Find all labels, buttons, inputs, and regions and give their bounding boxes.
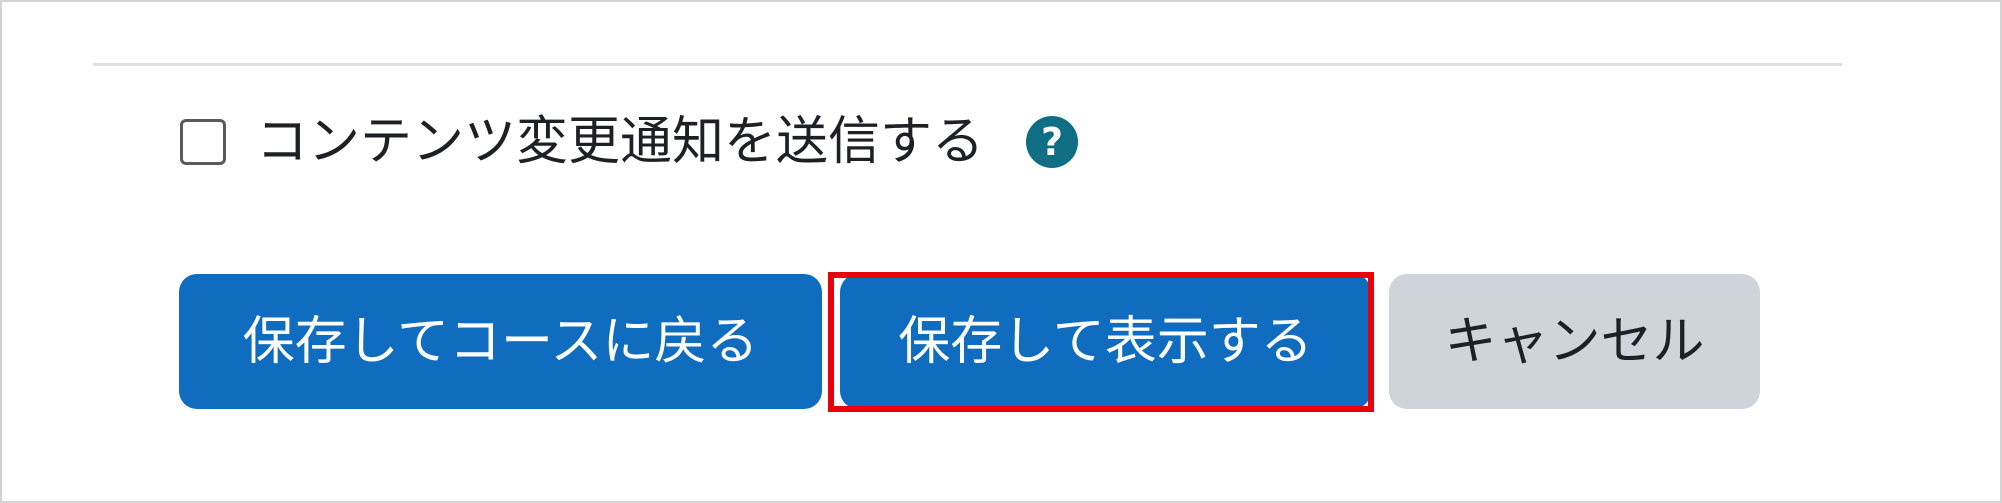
- save-and-return-button[interactable]: 保存してコースに戻る: [179, 274, 822, 409]
- question-mark-glyph: ?: [1040, 120, 1064, 164]
- help-icon[interactable]: ?: [1026, 116, 1079, 168]
- notify-checkbox[interactable]: [180, 119, 226, 165]
- cancel-button[interactable]: キャンセル: [1389, 274, 1760, 409]
- form-frame: コンテンツ変更通知を送信する ? 保存してコースに戻る 保存して表示する キャン…: [0, 0, 2002, 503]
- section-divider: [93, 63, 1842, 66]
- save-and-display-button[interactable]: 保存して表示する: [840, 274, 1371, 409]
- notify-row: コンテンツ変更通知を送信する ?: [180, 108, 1079, 176]
- notify-checkbox-label[interactable]: コンテンツ変更通知を送信する: [256, 116, 984, 168]
